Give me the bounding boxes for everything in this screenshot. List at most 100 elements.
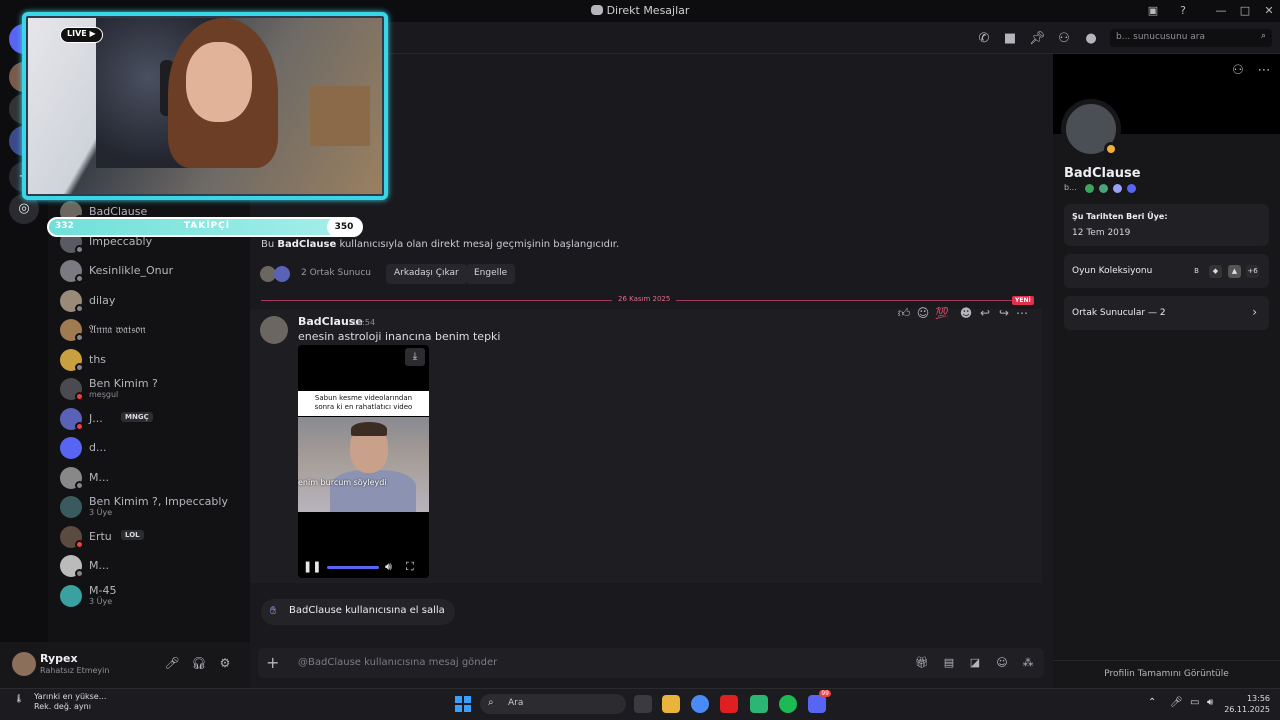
clock-date: 26.11.2025 <box>1224 705 1270 714</box>
history-prefix: Bu <box>261 239 275 250</box>
block-button[interactable]: Engelle <box>466 264 516 284</box>
fullscreen-icon[interactable]: ⛶ <box>406 560 414 574</box>
profile-tag: b... <box>1064 183 1077 192</box>
mutual-servers-link[interactable]: 2 Ortak Sunucu <box>293 264 379 284</box>
search-icon: ⌕ <box>1260 31 1266 41</box>
thumbs-up-icon[interactable]: 👍︎ <box>896 306 912 322</box>
volume-icon[interactable]: 🔊︎ <box>385 560 392 574</box>
network-icon[interactable]: ▭ <box>1190 697 1199 708</box>
status-indicator-icon <box>75 333 84 342</box>
game-icon[interactable]: ▲ <box>1228 265 1241 278</box>
game-icon[interactable]: B <box>1190 265 1203 278</box>
emoji-reaction-icon[interactable]: ☺ <box>915 306 931 322</box>
forward-icon[interactable]: ↪ <box>996 306 1012 322</box>
wave-button[interactable]: ✋︎ BadClause kullanıcısına el salla <box>261 599 455 625</box>
maximize-button[interactable]: □ <box>1236 2 1254 20</box>
video-person-hair <box>351 422 387 436</box>
discord-notification-badge: 99 <box>819 690 831 697</box>
video-person-body <box>330 470 416 512</box>
sticker-icon[interactable]: ◪ <box>967 656 983 670</box>
mic-icon[interactable]: 🎤︎ <box>164 656 180 672</box>
dm-list-item[interactable]: 𝔄𝔫𝔫𝔞 𝔴𝔞𝔱𝔰𝔬𝔫 <box>56 316 246 344</box>
help-icon[interactable]: ? <box>1174 2 1192 20</box>
user-profile-icon[interactable]: ● <box>1083 31 1099 47</box>
gif-icon[interactable]: ▤ <box>941 656 957 670</box>
reply-icon[interactable]: ↩ <box>977 306 993 322</box>
message-avatar[interactable] <box>260 316 288 344</box>
windows-start-icon[interactable] <box>455 696 471 712</box>
followers-label: TAKİPÇİ <box>183 221 231 231</box>
dm-list-item[interactable]: M... <box>56 464 246 492</box>
dm-name: M-45 <box>89 584 117 597</box>
dm-list-item[interactable]: M-45 3 Üye <box>56 582 246 610</box>
view-full-profile-link[interactable]: Profilin Tamamını Görüntüle <box>1053 660 1280 688</box>
apps-icon[interactable]: ⁂ <box>1020 656 1036 670</box>
thermometer-icon: 🌡︎ <box>14 694 25 703</box>
whatsapp-icon[interactable] <box>750 695 768 713</box>
dm-name: Ertu <box>89 530 112 543</box>
weather-widget[interactable]: 🌡︎ Yarınki en yükse... Rek. değ. aynı <box>14 692 106 712</box>
minimize-button[interactable]: — <box>1212 2 1230 20</box>
user-status: Rahatsız Etmeyin <box>40 666 110 675</box>
more-options-icon[interactable]: ⋯ <box>1014 306 1030 322</box>
taskbar-search-label: Ara <box>508 698 524 708</box>
add-friend-icon[interactable]: ⚇ <box>1230 63 1246 79</box>
chrome-icon[interactable] <box>691 695 709 713</box>
game-icon[interactable]: ◆ <box>1209 265 1222 278</box>
emoji-icon[interactable]: ☺ <box>994 656 1010 670</box>
remove-friend-button[interactable]: Arkadaşı Çıkar <box>386 264 467 284</box>
member-since-card: Şu Tarihten Beri Üye: 12 Tem 2019 <box>1064 204 1269 246</box>
volume-tray-icon[interactable]: 🔊︎ <box>1207 697 1213 708</box>
dm-list-item[interactable]: J... MNGÇ <box>56 405 246 433</box>
badge-icon[interactable] <box>1099 184 1108 193</box>
taskbar-search[interactable]: ⌕ Ara <box>480 694 626 714</box>
screen-share-icon[interactable]: ▣ <box>1144 2 1162 20</box>
dm-list-item[interactable]: M... <box>56 552 246 580</box>
dm-list-item[interactable]: dilay <box>56 287 246 315</box>
dm-list-item[interactable]: Ben Kimim ? meşgul <box>56 375 246 403</box>
clock[interactable]: 13:56 26.11.2025 <box>1224 693 1270 715</box>
spotify-icon[interactable] <box>779 695 797 713</box>
badge-icon[interactable] <box>1085 184 1094 193</box>
pin-icon[interactable]: 📌︎ <box>1029 31 1046 47</box>
settings-icon[interactable]: ⚙ <box>217 656 233 672</box>
hundred-icon[interactable]: 💯︎ <box>934 306 950 322</box>
dm-list-item[interactable]: ths <box>56 346 246 374</box>
headphones-icon[interactable]: 🎧︎ <box>191 656 207 672</box>
pause-icon[interactable]: ❚❚ <box>303 560 321 573</box>
dm-list-item[interactable]: d... <box>56 434 246 462</box>
add-reaction-icon[interactable]: ☻ <box>958 306 974 322</box>
dm-list-item[interactable]: Kesinlikle_Onur <box>56 257 246 285</box>
dm-list-item[interactable]: Ertu LOL <box>56 523 246 551</box>
voice-call-icon[interactable]: ✆ <box>976 31 992 47</box>
profile-avatar[interactable] <box>1061 99 1121 159</box>
file-explorer-icon[interactable] <box>662 695 680 713</box>
dm-name: Ben Kimim ? <box>89 377 158 390</box>
search-input[interactable]: b... sunucusunu ara ⌕ <box>1110 29 1272 47</box>
badge-icon[interactable] <box>1113 184 1122 193</box>
youtube-icon[interactable] <box>720 695 738 713</box>
dm-subtext: 3 Üye <box>89 597 113 606</box>
video-volume-bar[interactable] <box>327 566 379 569</box>
add-friend-icon[interactable]: ⚇ <box>1056 31 1072 47</box>
nitro-badge-icon[interactable] <box>1127 184 1136 193</box>
video-call-icon[interactable]: ■ <box>1002 31 1018 47</box>
dm-subtext: 3 Üye <box>89 508 113 517</box>
status-indicator-icon <box>75 569 84 578</box>
status-indicator-icon <box>75 392 84 401</box>
dm-list-item[interactable]: Ben Kimim ?, Impeccably 3 Üye <box>56 493 246 521</box>
task-view-icon[interactable] <box>634 695 652 713</box>
mic-tray-icon[interactable]: 🎤︎ <box>1170 697 1183 708</box>
gift-icon[interactable]: 🎁︎ <box>914 656 930 670</box>
window-title-text: Direkt Mesajlar <box>606 4 690 17</box>
discord-taskbar-icon[interactable]: 99 <box>808 690 831 713</box>
chevron-up-icon[interactable]: ⌃ <box>1148 697 1156 708</box>
attach-plus-icon[interactable]: + <box>266 653 279 672</box>
more-icon[interactable]: ⋯ <box>1256 63 1272 79</box>
mutual-servers-card[interactable]: Ortak Sunucular — 2 › <box>1064 296 1269 330</box>
more-games-count[interactable]: +6 <box>1246 265 1259 278</box>
close-button[interactable]: ✕ <box>1260 2 1278 20</box>
avatar[interactable] <box>12 652 36 676</box>
download-icon[interactable]: ⤓ <box>405 348 425 366</box>
new-badge: YENİ <box>1012 296 1034 305</box>
